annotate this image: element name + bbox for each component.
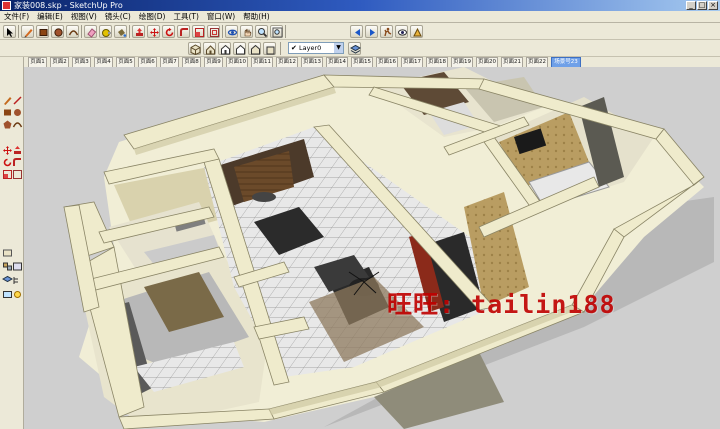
menu-edit[interactable]: 编辑(E) bbox=[33, 11, 67, 22]
tab-page-7[interactable]: 页面7 bbox=[160, 57, 179, 67]
menu-help[interactable]: 帮助(H) bbox=[239, 11, 274, 22]
pencil-icon[interactable] bbox=[21, 25, 34, 38]
walk-icon[interactable] bbox=[380, 25, 393, 38]
layer-manager-icon[interactable] bbox=[348, 42, 361, 55]
window-title: 家装008.skp - SketchUp Pro bbox=[14, 1, 123, 10]
menu-tools[interactable]: 工具(T) bbox=[169, 11, 202, 22]
maximize-button[interactable]: □ bbox=[697, 1, 707, 10]
tab-page-20[interactable]: 页面20 bbox=[476, 57, 498, 67]
tab-page-10[interactable]: 页面10 bbox=[226, 57, 248, 67]
layer-dropdown[interactable]: ✔ Layer0 ▼ bbox=[288, 42, 344, 54]
position-camera-icon[interactable] bbox=[410, 25, 423, 38]
tab-page-3[interactable]: 页面3 bbox=[72, 57, 91, 67]
tape-measure-icon[interactable] bbox=[99, 25, 112, 38]
menu-window[interactable]: 窗口(W) bbox=[203, 11, 239, 22]
current-layer: Layer0 bbox=[299, 44, 322, 52]
move-icon[interactable] bbox=[147, 25, 160, 38]
tab-page-11[interactable]: 页面11 bbox=[251, 57, 273, 67]
watermark-text: 旺旺: tailin188 bbox=[387, 290, 616, 319]
tab-page-1[interactable]: 页面1 bbox=[28, 57, 47, 67]
previous-view-icon[interactable] bbox=[350, 25, 363, 38]
next-view-icon[interactable] bbox=[365, 25, 378, 38]
tab-page-9[interactable]: 页面9 bbox=[204, 57, 223, 67]
scene-tabs: 页面1 页面2 页面3 页面4 页面5 页面6 页面7 页面8 页面9 页面10… bbox=[24, 57, 720, 67]
tab-page-14[interactable]: 页面14 bbox=[326, 57, 348, 67]
orbit-icon[interactable] bbox=[225, 25, 238, 38]
eraser-icon[interactable] bbox=[84, 25, 97, 38]
tab-page-15[interactable]: 页面15 bbox=[351, 57, 373, 67]
paint-bucket-icon[interactable] bbox=[114, 25, 127, 38]
menu-draw[interactable]: 绘图(D) bbox=[135, 11, 170, 22]
minimize-button[interactable]: _ bbox=[686, 1, 696, 10]
select-icon[interactable] bbox=[3, 25, 16, 38]
tab-page-16[interactable]: 页面16 bbox=[376, 57, 398, 67]
zoom-extents-icon[interactable] bbox=[270, 25, 283, 38]
app-icon bbox=[2, 1, 11, 10]
menu-bar: 文件(F) 编辑(E) 视图(V) 镜头(C) 绘图(D) 工具(T) 窗口(W… bbox=[0, 11, 720, 23]
tab-page-18[interactable]: 页面18 bbox=[426, 57, 448, 67]
tab-page-17[interactable]: 页面17 bbox=[401, 57, 423, 67]
tab-scene-23[interactable]: 场景号23 bbox=[551, 57, 581, 67]
tab-page-13[interactable]: 页面13 bbox=[301, 57, 323, 67]
look-around-icon[interactable] bbox=[395, 25, 408, 38]
floorplan-model bbox=[63, 67, 714, 429]
main-toolbar bbox=[0, 23, 720, 40]
menu-view[interactable]: 视图(V) bbox=[67, 11, 101, 22]
top-view-icon[interactable] bbox=[203, 42, 216, 55]
outliner-icon[interactable] bbox=[12, 275, 23, 286]
rotate-icon[interactable] bbox=[162, 25, 175, 38]
arc-icon[interactable] bbox=[12, 119, 23, 130]
menu-camera[interactable]: 镜头(C) bbox=[101, 11, 135, 22]
views-layers-toolbar: ✔ Layer0 ▼ bbox=[0, 40, 720, 57]
line-icon[interactable] bbox=[12, 95, 23, 106]
push-pull-icon[interactable] bbox=[132, 25, 145, 38]
tab-page-21[interactable]: 页面21 bbox=[501, 57, 523, 67]
title-bar: 家装008.skp - SketchUp Pro _ □ × bbox=[0, 0, 720, 11]
styles-icon[interactable] bbox=[12, 261, 23, 272]
circle-icon[interactable] bbox=[12, 107, 23, 118]
push-pull-icon[interactable] bbox=[12, 145, 23, 156]
pan-icon[interactable] bbox=[240, 25, 253, 38]
tab-page-19[interactable]: 页面19 bbox=[451, 57, 473, 67]
tab-page-6[interactable]: 页面6 bbox=[138, 57, 157, 67]
shadows-icon[interactable] bbox=[12, 289, 23, 300]
follow-me-icon[interactable] bbox=[177, 25, 190, 38]
tab-page-12[interactable]: 页面12 bbox=[276, 57, 298, 67]
close-button[interactable]: × bbox=[708, 1, 718, 10]
left-view-icon[interactable] bbox=[263, 42, 276, 55]
tab-page-22[interactable]: 页面22 bbox=[526, 57, 548, 67]
sketchup-window: 家装008.skp - SketchUp Pro _ □ × 文件(F) 编辑(… bbox=[0, 0, 720, 429]
front-view-icon[interactable] bbox=[218, 42, 231, 55]
arc-icon[interactable] bbox=[66, 25, 79, 38]
menu-file[interactable]: 文件(F) bbox=[0, 11, 33, 22]
model-viewport[interactable]: 旺旺: tailin188 bbox=[24, 67, 720, 429]
right-view-icon[interactable] bbox=[233, 42, 246, 55]
follow-me-icon[interactable] bbox=[12, 157, 23, 168]
circle-icon[interactable] bbox=[51, 25, 64, 38]
offset-icon[interactable] bbox=[207, 25, 220, 38]
offset-icon[interactable] bbox=[12, 169, 23, 180]
chevron-down-icon: ▼ bbox=[334, 43, 343, 53]
rectangle-icon[interactable] bbox=[36, 25, 49, 38]
scale-icon[interactable] bbox=[192, 25, 205, 38]
iso-view-icon[interactable] bbox=[188, 42, 201, 55]
tab-page-2[interactable]: 页面2 bbox=[50, 57, 69, 67]
tab-page-4[interactable]: 页面4 bbox=[94, 57, 113, 67]
check-icon: ✔ bbox=[291, 44, 297, 52]
back-view-icon[interactable] bbox=[248, 42, 261, 55]
tab-page-8[interactable]: 页面8 bbox=[182, 57, 201, 67]
tab-page-5[interactable]: 页面5 bbox=[116, 57, 135, 67]
zoom-icon[interactable] bbox=[255, 25, 268, 38]
components-icon[interactable] bbox=[2, 247, 13, 258]
left-toolbar bbox=[0, 57, 24, 429]
